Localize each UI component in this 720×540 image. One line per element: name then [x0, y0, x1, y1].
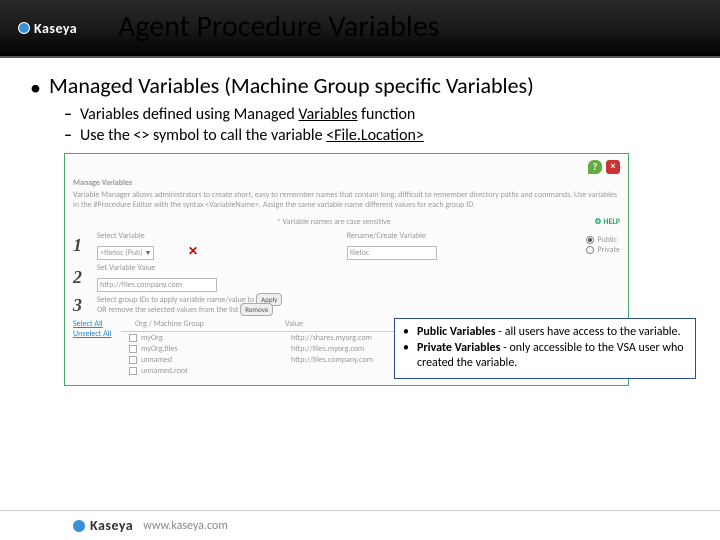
footer-brand: Kaseya [90, 517, 133, 534]
step-3: 3 Select group IDs to apply variable nam… [73, 295, 620, 316]
footer-url: www.kaseya.com [143, 519, 228, 533]
brand-logo: Kaseya [18, 20, 77, 37]
or-label: OR remove the selected values from the l… [97, 305, 238, 315]
case-note: * Variable names are case sensitive [277, 217, 391, 227]
sub-bullets: – Variables defined using Managed Variab… [30, 105, 690, 145]
sub-bullet-1: – Variables defined using Managed Variab… [64, 105, 690, 124]
select-variable-label: Select Variable [97, 231, 329, 241]
public-radio[interactable] [586, 236, 594, 244]
brand-text: Kaseya [34, 20, 77, 37]
bullet-icon: • [403, 341, 409, 372]
delete-icon[interactable]: ✕ [188, 245, 198, 259]
main-bullet: • Managed Variables (Machine Group speci… [30, 72, 690, 101]
close-icon[interactable]: × [606, 160, 620, 174]
bullet-icon: • [30, 74, 41, 101]
slide-title: Agent Procedure Variables [118, 8, 439, 45]
bullet-text: Managed Variables (Machine Group specifi… [49, 72, 534, 101]
help-icon[interactable]: ? [588, 160, 602, 174]
dash-icon: – [64, 126, 72, 145]
value-input[interactable]: http://files.company.com [97, 278, 217, 292]
slide-footer: Kaseya www.kaseya.com [0, 510, 720, 534]
sub-text-1: Variables defined using Managed Variable… [80, 105, 415, 124]
callout-2: Private Variables - only accessible to t… [417, 341, 687, 372]
step-num-2: 2 [73, 267, 89, 288]
logo-icon [72, 519, 86, 533]
logo-icon [18, 22, 30, 34]
row-checkbox[interactable] [129, 345, 137, 353]
step-num-3: 3 [73, 295, 89, 316]
private-radio[interactable] [586, 246, 594, 254]
bullet-icon: • [403, 325, 409, 341]
panel-intro: Variable Manager allows administrators t… [73, 190, 620, 211]
panel-controls: ? × [73, 160, 620, 174]
row-checkbox[interactable] [129, 334, 137, 342]
rename-input[interactable]: fileloc [347, 246, 437, 260]
select-variable-dropdown[interactable]: <fileloc (Pub) ▼ [97, 246, 154, 260]
callout-box: • Public Variables - all users have acces… [394, 318, 696, 379]
note-row: * Variable names are case sensitive ⚙ HE… [73, 217, 620, 227]
row-checkbox[interactable] [129, 367, 137, 375]
step-2: 2 Set Variable Value http://files.compan… [73, 263, 620, 292]
select-all-link[interactable]: Select All [73, 319, 113, 329]
step-num-1: 1 [73, 235, 89, 256]
panel-title: Manage Variables [73, 178, 620, 188]
set-value-label: Set Variable Value [97, 263, 620, 273]
row-checkbox[interactable] [129, 356, 137, 364]
col-org: Org / Machine Group [135, 319, 285, 329]
step-1: 1 Select Variable <fileloc (Pub) ▼ ✕ Ren… [73, 231, 620, 260]
sub-bullet-2: – Use the <> symbol to call the variable… [64, 126, 690, 145]
scope-radios: Public Private [586, 235, 620, 255]
remove-button[interactable]: Remove [240, 303, 273, 316]
help-link[interactable]: ⚙ HELP [594, 217, 620, 227]
dash-icon: – [64, 105, 72, 124]
col-value: Value [285, 319, 303, 329]
unselect-all-link[interactable]: Unselect All [73, 329, 113, 339]
footer-logo: Kaseya [72, 517, 133, 534]
callout-1: Public Variables - all users have access… [417, 325, 681, 341]
apply-label: Select group IDs to apply variable name/… [97, 295, 254, 305]
rename-label: Rename/Create Variable [347, 231, 579, 241]
select-links: Select All Unselect All [73, 319, 113, 340]
sub-text-2: Use the <> symbol to call the variable <… [80, 126, 424, 145]
